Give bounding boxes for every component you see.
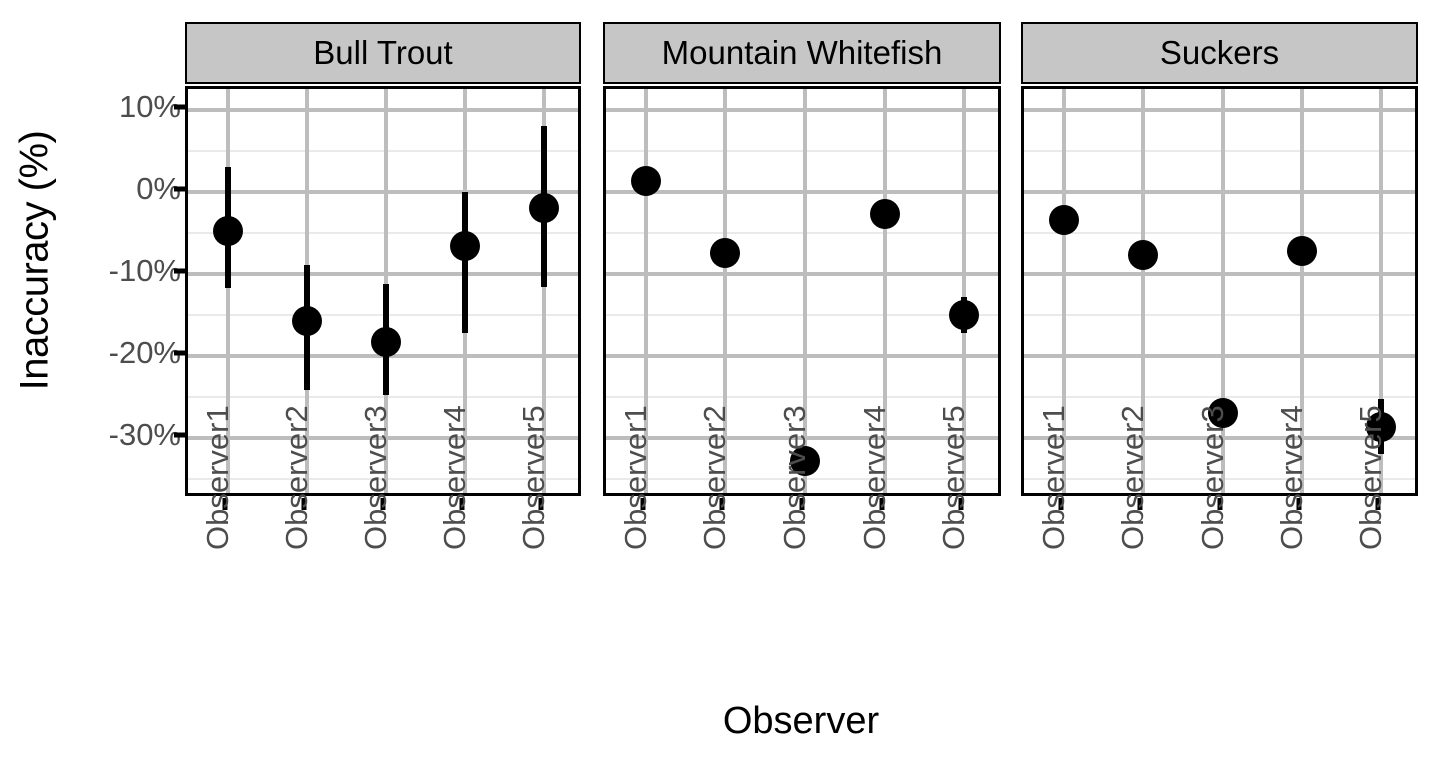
x-tick-label: Observer4	[1274, 405, 1309, 550]
data-point	[450, 230, 480, 261]
facet-strip-header: Suckers	[1021, 22, 1418, 84]
data-point	[710, 238, 740, 268]
x-axis-title: Observer	[185, 700, 1417, 743]
x-tick-label: Observer3	[358, 405, 393, 550]
x-tick-label: Observer1	[618, 405, 653, 550]
gridline-minor-horizontal	[1024, 231, 1415, 234]
x-tick-label: Observer1	[200, 405, 235, 550]
gridline-major-horizontal	[1024, 107, 1415, 112]
x-tick-label: Observer5	[936, 405, 971, 550]
data-point	[292, 306, 322, 337]
x-tick-label: Observer1	[1036, 405, 1071, 550]
gridline-minor-horizontal	[1024, 313, 1415, 316]
x-tick-label: Observer5	[516, 405, 551, 550]
data-point	[631, 165, 661, 196]
facet-panels: Bull Trout Observer1 Observer2 Observer3 Obs…	[0, 0, 1440, 768]
data-point	[371, 327, 401, 358]
gridline-minor-horizontal	[1024, 149, 1415, 152]
chart-figure: Inaccuracy (%) 10% 0% -10% -20% -30% Bull Tr…	[0, 0, 1440, 768]
facet-strip-header: Bull Trout	[185, 22, 581, 84]
facet-strip-label: Bull Trout	[313, 34, 453, 71]
x-tick-label: Observer2	[279, 405, 314, 550]
x-tick-label: Observer4	[437, 405, 472, 550]
gridline-major-horizontal	[188, 271, 578, 276]
x-tick-label: Observer5	[1353, 405, 1388, 550]
gridline-minor-horizontal	[188, 149, 578, 152]
x-axis-title-text: Observer	[722, 700, 880, 742]
data-point	[1049, 205, 1079, 236]
x-tick-label: Observer3	[777, 405, 812, 550]
error-bar	[462, 192, 468, 334]
gridline-minor-horizontal	[606, 149, 998, 152]
gridline-minor-horizontal	[188, 395, 578, 398]
facet-strip-label: Mountain Whitefish	[661, 34, 943, 71]
gridline-minor-horizontal	[606, 395, 998, 398]
data-point	[1128, 239, 1158, 270]
gridline-minor-horizontal	[606, 231, 998, 234]
data-point	[870, 198, 900, 229]
x-tick-label: Observer2	[1115, 405, 1150, 550]
x-tick-label: Observer2	[697, 405, 732, 550]
data-point	[529, 192, 559, 223]
data-point	[949, 300, 979, 331]
gridline-major-horizontal	[188, 107, 578, 112]
gridline-minor-horizontal	[606, 313, 998, 316]
x-tick-label: Observer4	[857, 405, 892, 550]
gridline-minor-horizontal	[188, 231, 578, 234]
gridline-major-horizontal	[606, 271, 998, 276]
gridline-major-horizontal	[188, 189, 578, 194]
x-tick-label: Observer3	[1195, 405, 1230, 550]
facet-strip-header: Mountain Whitefish	[603, 22, 1001, 84]
gridline-major-horizontal	[1024, 189, 1415, 194]
facet-strip-label: Suckers	[1159, 34, 1280, 71]
gridline-major-horizontal	[1024, 353, 1415, 358]
gridline-major-horizontal	[606, 353, 998, 358]
data-point	[1287, 235, 1317, 266]
gridline-major-horizontal	[606, 107, 998, 112]
gridline-major-horizontal	[606, 189, 998, 194]
gridline-major-horizontal	[1024, 271, 1415, 276]
data-point	[213, 215, 243, 246]
